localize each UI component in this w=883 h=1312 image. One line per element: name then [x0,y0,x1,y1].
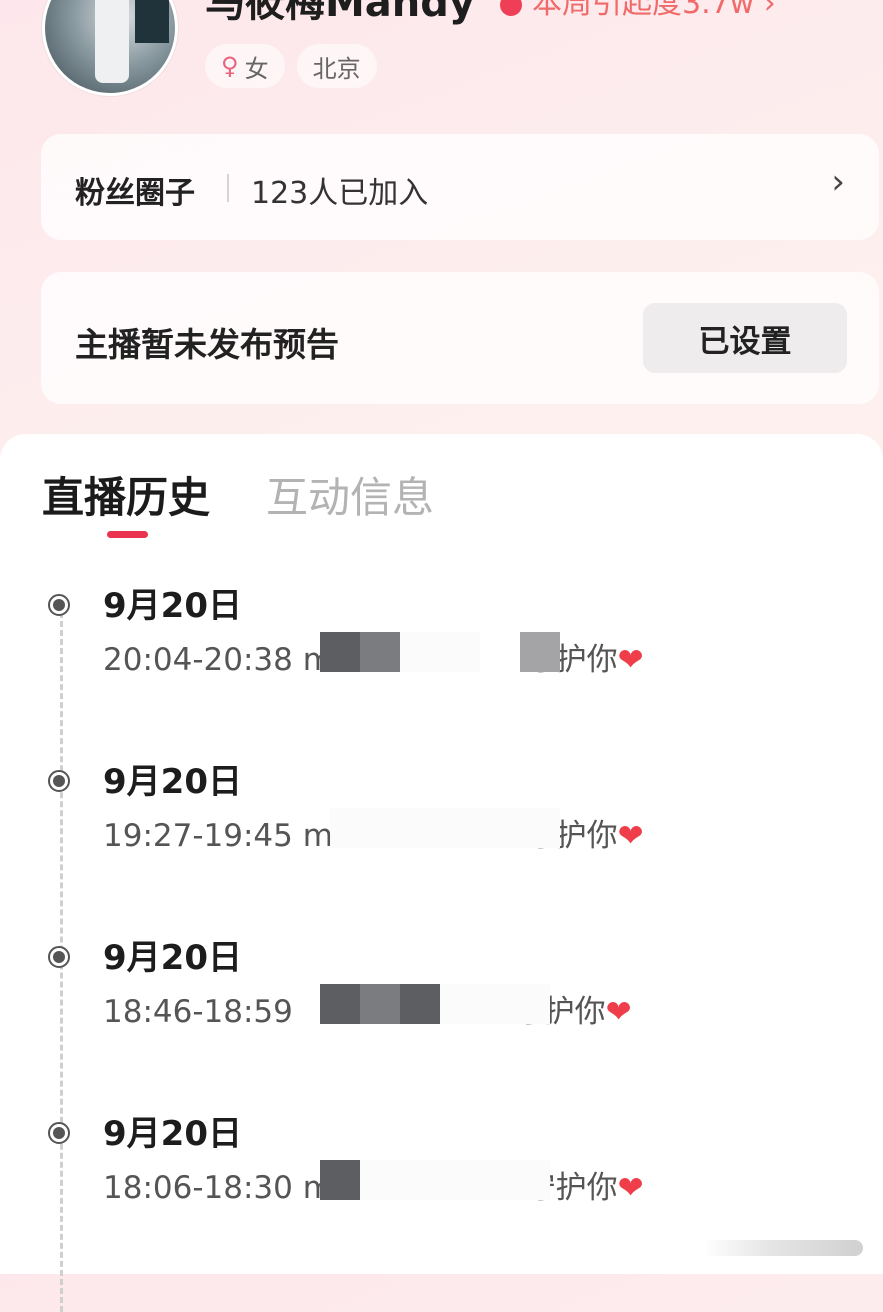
live-notice-label: 主播暂未发布预告 [75,325,339,364]
redacted-block [320,1160,360,1200]
entry-time: 18:46-18:59 [103,994,293,1030]
redacted-block [320,984,360,1024]
content-panel: 直播历史 互动信息 9月20日 20:04-20:38 m 守护你❤ 9月20日… [0,434,883,1312]
profile-tags: ♀ 女 北京 [205,44,377,88]
redacted-block [360,632,400,672]
gender-label: 女 [244,54,269,83]
avatar[interactable] [42,0,178,96]
notice-set-button[interactable]: 已设置 [643,303,847,373]
divider [227,174,229,202]
chevron-right-icon: › [831,162,845,202]
redacted-block [400,632,480,672]
tab-indicator [107,531,148,538]
timeline-bullet-icon [48,770,70,792]
timeline-bullet-icon [48,594,70,616]
redacted-block [360,984,400,1024]
list-item[interactable]: 9月20日 19:27-19:45 m 守护你❤ [0,760,883,870]
redacted-block [520,632,560,672]
heat-link[interactable]: 本周引起度3.7w › [500,0,776,22]
female-icon: ♀ [221,52,239,80]
heart-icon: ❤ [617,1170,644,1206]
list-item[interactable]: 9月20日 20:04-20:38 m 守护你❤ [0,584,883,694]
redacted-block [360,1160,550,1200]
tab-interaction-info[interactable]: 互动信息 [266,464,434,525]
fans-circle-card[interactable]: 粉丝圈子 123人已加入 › [41,134,879,240]
heart-icon: ❤ [617,642,644,678]
redacted-block [320,632,360,672]
fans-circle-count: 123人已加入 [251,176,429,211]
avatar-background [135,0,169,43]
redacted-block [400,984,440,1024]
redacted-block [330,808,560,848]
list-item[interactable]: 9月20日 18:06-18:30 m 守护你❤ [0,1112,883,1222]
entry-date: 9月20日 [103,586,242,626]
heat-icon [500,0,522,16]
location-tag: 北京 [296,44,377,88]
profile-name: 马筱梅Mandy [205,0,475,26]
list-item[interactable]: 9月20日 18:46-18:59 守护你❤ [0,936,883,1046]
entry-title-prefix: m [302,818,333,854]
entry-date: 9月20日 [103,1114,242,1154]
gender-tag: ♀ 女 [205,44,285,88]
heart-icon: ❤ [617,818,644,854]
location-label: 北京 [312,54,361,83]
timeline-bullet-icon [48,946,70,968]
avatar-figure [95,0,129,83]
redacted-block [440,984,550,1024]
timeline-bullet-icon [48,1122,70,1144]
heat-label: 本周引起度3.7w [532,0,755,21]
entry-date: 9月20日 [103,938,242,978]
entry-time: 18:06-18:30 [103,1170,293,1206]
heart-icon: ❤ [605,994,632,1030]
scrollbar[interactable] [703,1240,863,1256]
live-notice-card: 主播暂未发布预告 已设置 [41,272,879,404]
fans-circle-label: 粉丝圈子 [75,176,195,211]
entry-time: 20:04-20:38 [103,642,293,678]
tab-live-history[interactable]: 直播历史 [42,464,210,525]
entry-time: 19:27-19:45 [103,818,293,854]
entry-date: 9月20日 [103,762,242,802]
